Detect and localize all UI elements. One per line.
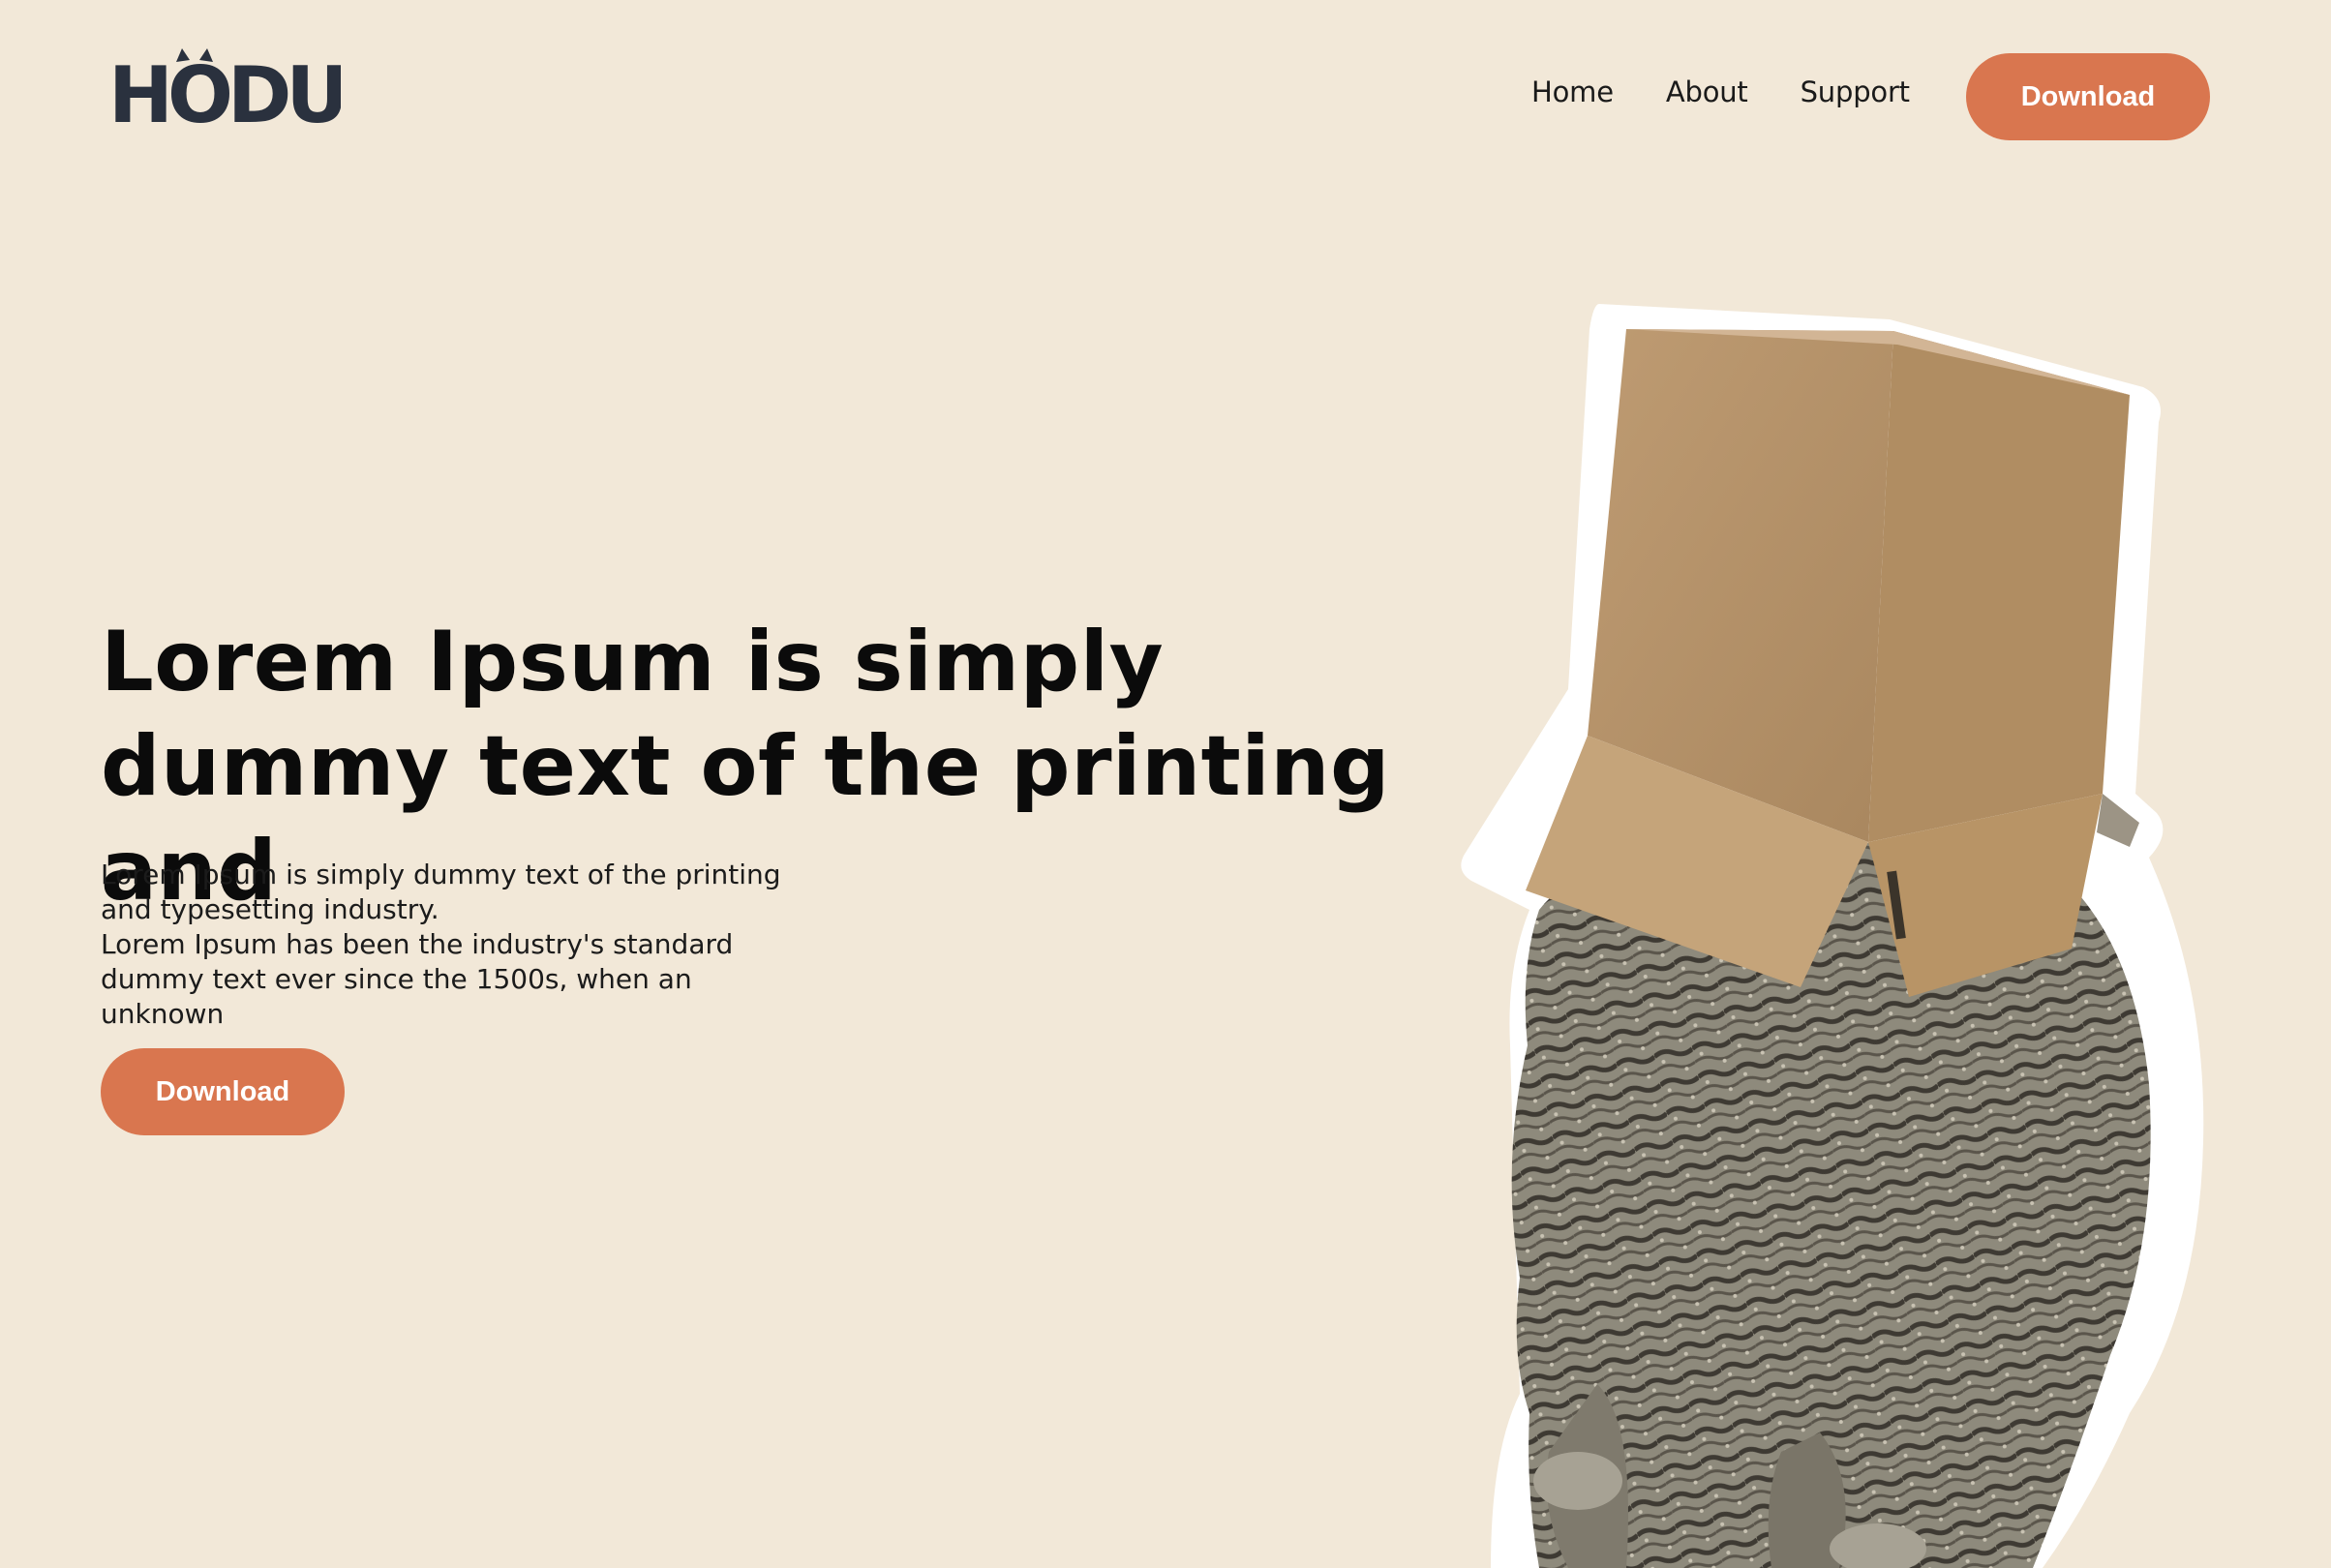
hodu-logo[interactable]: HODU xyxy=(108,48,341,132)
main-nav: Home About Support xyxy=(1531,75,1910,108)
cat-with-box-on-head-icon xyxy=(1452,290,2226,1568)
hero-desc-line2: Lorem Ipsum has been the industry's stan… xyxy=(101,928,734,1030)
hero-title-line1: Lorem Ipsum is simply xyxy=(101,614,1165,710)
hero-desc-line1: Lorem Ipsum is simply dummy text of the … xyxy=(101,859,781,925)
hodu-logo-icon: HODU xyxy=(108,48,341,132)
hero-description: Lorem Ipsum is simply dummy text of the … xyxy=(101,858,817,1032)
nav-home[interactable]: Home xyxy=(1531,75,1614,108)
nav-about[interactable]: About xyxy=(1666,75,1748,108)
landing-page: HODU Home About Support Download Lorem I… xyxy=(0,0,2331,1568)
cat-illustration xyxy=(1461,304,2204,1568)
hero-download-button[interactable]: Download xyxy=(101,1048,345,1135)
header-download-button[interactable]: Download xyxy=(1966,53,2210,140)
nav-support[interactable]: Support xyxy=(1801,75,1910,108)
logo-text: HODU xyxy=(108,50,341,132)
